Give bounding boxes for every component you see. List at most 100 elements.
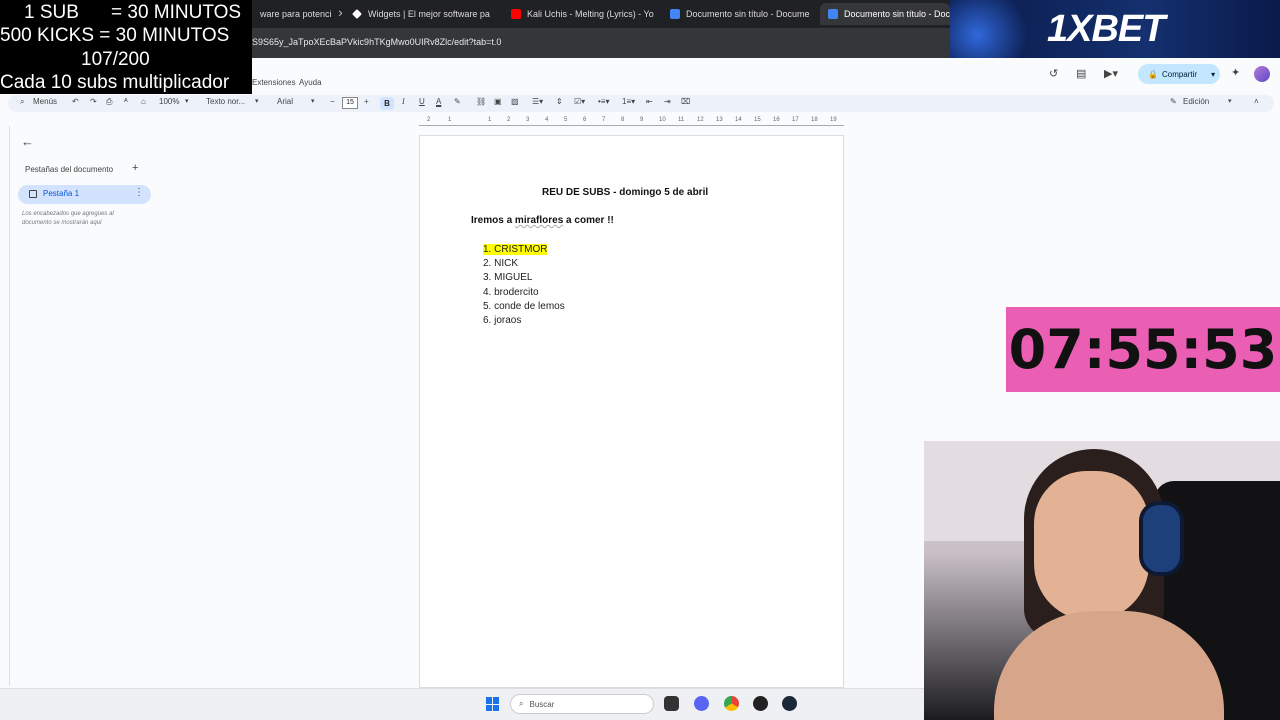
list-text: conde de lemos — [494, 300, 565, 312]
line-spacing-icon[interactable]: ⇕ — [556, 97, 563, 106]
add-tab-icon[interactable]: + — [132, 162, 138, 174]
highlight-icon[interactable]: ✎ — [454, 97, 461, 106]
zoom-select[interactable]: 100% — [159, 97, 179, 106]
increase-indent-icon[interactable]: ⇥ — [664, 97, 671, 106]
list-item[interactable]: 3. MIGUEL — [483, 271, 565, 285]
horizontal-ruler[interactable]: 2 1 1 2 3 4 5 6 7 8 9 10 11 12 13 14 15 … — [419, 117, 844, 126]
document-line[interactable]: Iremos a miraflores a comer !! — [471, 215, 614, 226]
list-item[interactable]: 6. joraos — [483, 314, 565, 328]
sponsor-logo: 1XBET — [1047, 8, 1165, 50]
back-arrow-icon[interactable]: ← — [21, 134, 34, 149]
sidebar-item-label[interactable]: Pestaña 1 — [43, 189, 79, 198]
gemini-icon[interactable]: ✦ — [1231, 66, 1240, 79]
tab-label: Kali Uchis - Melting (Lyrics) - Yo — [527, 9, 654, 19]
list-text: joraos — [494, 315, 522, 327]
spellcheck-icon[interactable]: ᴬ — [124, 97, 128, 106]
chevron-down-icon[interactable]: ▾ — [1228, 97, 1232, 105]
ruler-tick: 10 — [659, 117, 666, 123]
redo-icon[interactable]: ↷ — [90, 97, 97, 106]
comment-icon[interactable]: ▤ — [1076, 67, 1086, 80]
browser-tab[interactable]: Kali Uchis - Melting (Lyrics) - Yo ✕ — [503, 3, 655, 25]
webcam-person-face — [1034, 471, 1149, 621]
italic-button[interactable]: I — [402, 97, 405, 106]
list-item[interactable]: 1. CRISTMOR — [483, 243, 565, 257]
app-icon[interactable] — [753, 696, 768, 711]
tab-label: ware para potenci — [260, 9, 332, 19]
subathon-counter: 1 SUB = 30 MINUTOS 500 KICKS = 30 MINUTO… — [0, 0, 252, 94]
list-item[interactable]: 2. NICK — [483, 257, 565, 271]
timer-value: 07:55:53 — [1008, 318, 1278, 381]
image-icon[interactable]: ▨ — [511, 97, 519, 106]
ruler-tick: 2 — [427, 117, 431, 123]
attendee-list[interactable]: 1. CRISTMOR 2. NICK 3. MIGUEL 4. broderc… — [483, 243, 565, 328]
font-size-input[interactable]: 15 — [342, 97, 358, 109]
discord-icon[interactable] — [694, 696, 709, 711]
bullet-list-icon[interactable]: •≡▾ — [598, 97, 609, 106]
underline-button[interactable]: U — [419, 97, 425, 106]
docs-icon — [828, 9, 838, 19]
browser-tab[interactable]: ware para potenci ✕ — [252, 3, 342, 25]
ruler-tick: 1 — [488, 117, 492, 123]
chevron-down-icon[interactable]: ▾ — [255, 97, 259, 105]
menu-ayuda[interactable]: Ayuda — [299, 78, 322, 87]
mode-select[interactable]: Edición — [1183, 97, 1209, 106]
style-select[interactable]: Texto nor... — [206, 97, 245, 106]
counter-line1b: = 30 MINUTOS — [111, 2, 242, 23]
list-number: 5. — [483, 300, 492, 312]
chevron-down-icon[interactable]: ▾ — [311, 97, 315, 105]
checklist-icon[interactable]: ☑▾ — [574, 97, 585, 106]
sidebar-item-pestana-1[interactable] — [18, 185, 151, 204]
numbered-list-icon[interactable]: 1≡▾ — [622, 97, 635, 106]
undo-icon[interactable]: ↶ — [72, 97, 79, 106]
bold-button[interactable]: B — [380, 97, 394, 110]
document-title[interactable]: REU DE SUBS - domingo 5 de abril — [542, 187, 708, 198]
add-comment-icon[interactable]: ▣ — [494, 97, 502, 106]
list-number: 4. — [483, 286, 492, 298]
clear-format-icon[interactable]: ⌧ — [681, 97, 690, 106]
increase-font-icon[interactable]: + — [364, 97, 369, 106]
print-icon[interactable]: ⎙ — [106, 97, 112, 107]
video-call-icon[interactable]: ▶▾ — [1104, 67, 1118, 80]
windows-start-icon[interactable] — [486, 697, 500, 711]
ruler-tick: 17 — [792, 117, 799, 123]
tab-label: Documento sin título - Docume — [686, 9, 810, 19]
steam-icon[interactable] — [782, 696, 797, 711]
highlighted-item: 1. CRISTMOR — [483, 244, 548, 255]
decrease-indent-icon[interactable]: ⇤ — [646, 97, 653, 106]
vertical-ruler[interactable] — [0, 126, 10, 686]
align-icon[interactable]: ☰▾ — [532, 97, 543, 106]
list-item[interactable]: 5. conde de lemos — [483, 300, 565, 314]
share-button[interactable]: 🔒 Compartir ▾ — [1138, 64, 1220, 84]
list-item[interactable]: 4. brodercito — [483, 286, 565, 300]
browser-tab[interactable]: Widgets | El mejor software pa ✕ — [344, 3, 496, 25]
list-text: MIGUEL — [494, 272, 533, 284]
line-place: miraflores — [514, 215, 564, 226]
chevron-down-icon[interactable]: ▾ — [1211, 70, 1215, 79]
sponsor-banner: 1XBET — [950, 0, 1280, 58]
ruler-tick: 6 — [583, 117, 587, 123]
task-view-icon[interactable] — [664, 696, 679, 711]
link-icon[interactable]: ⛓ — [476, 97, 486, 106]
paint-format-icon[interactable]: ⌂ — [141, 97, 146, 106]
close-icon[interactable]: ✕ — [338, 9, 342, 20]
search-icon[interactable]: ⌕ — [20, 97, 24, 107]
browser-tab[interactable]: Documento sin título - Docume ✕ — [662, 3, 814, 25]
history-icon[interactable]: ↺ — [1049, 67, 1058, 80]
list-text: brodercito — [494, 286, 539, 298]
avatar[interactable] — [1254, 66, 1270, 82]
menu-extensiones[interactable]: Extensiones — [252, 78, 296, 87]
browser-tab-active[interactable]: Documento sin título - Docum — [820, 3, 950, 25]
url-text[interactable]: S9S65y_JaTpoXEcBaPVkic9hTKgMwo0UIRv8Zlc/… — [252, 37, 501, 47]
chevron-up-icon[interactable]: ˄ — [1254, 97, 1259, 106]
list-text: CRISTMOR — [494, 244, 548, 255]
font-select[interactable]: Arial — [277, 97, 293, 106]
counter-line3: 107/200 — [81, 49, 150, 70]
more-options-icon[interactable]: ⋮ — [134, 187, 144, 198]
youtube-icon — [511, 9, 521, 19]
taskbar-search[interactable]: ⌕ Buscar — [510, 694, 654, 714]
chrome-icon[interactable] — [724, 696, 739, 711]
menus-search[interactable]: Menús — [33, 97, 57, 106]
text-color-button[interactable]: A — [436, 97, 441, 106]
chevron-down-icon[interactable]: ▾ — [185, 97, 189, 105]
decrease-font-icon[interactable]: − — [330, 97, 335, 106]
